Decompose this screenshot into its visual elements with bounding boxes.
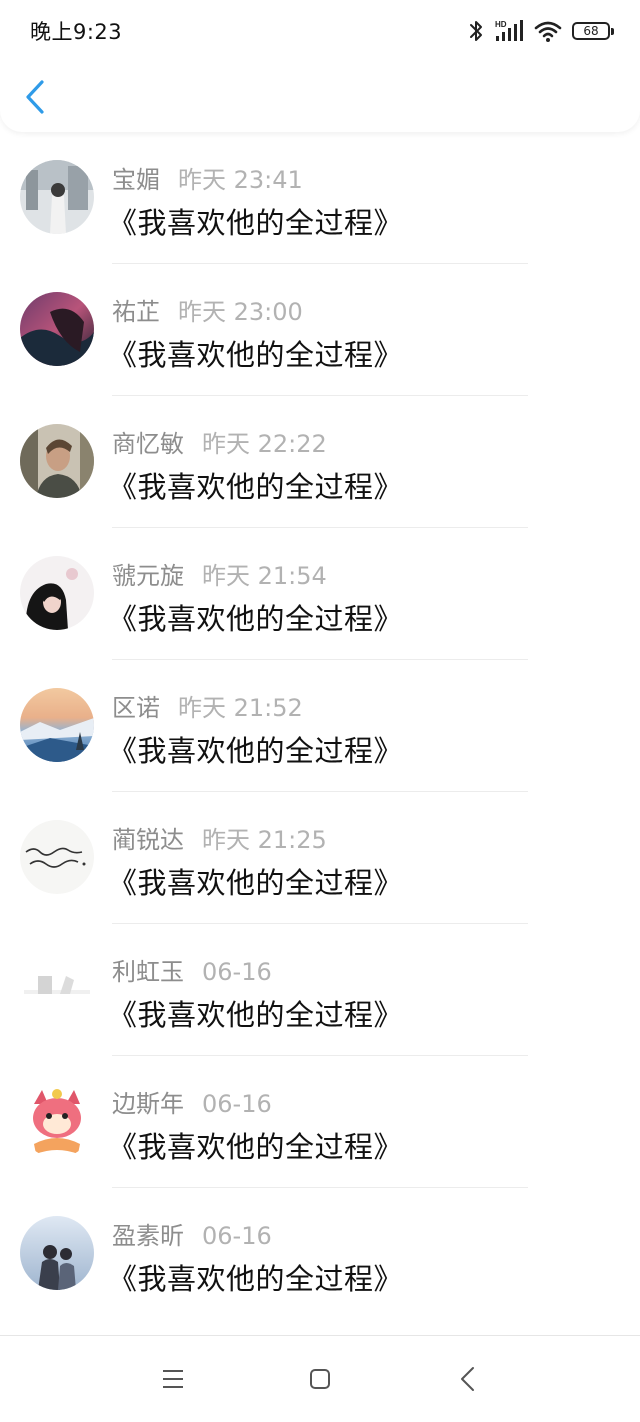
avatar[interactable]: [20, 1084, 94, 1158]
list-item[interactable]: 边斯年 06-16 《我喜欢他的全过程》: [0, 1056, 640, 1188]
item-title[interactable]: 《我喜欢他的全过程》: [108, 728, 403, 770]
system-nav-bar: [0, 1335, 640, 1422]
list-item[interactable]: 盈素昕 06-16 《我喜欢他的全过程》: [0, 1188, 640, 1320]
list-item[interactable]: 宝媚 昨天 23:41 《我喜欢他的全过程》: [0, 132, 640, 264]
status-icons: HD 68: [468, 14, 614, 48]
item-meta: 区诺 昨天 21:52: [112, 688, 303, 723]
post-time: 昨天 21:54: [202, 562, 327, 590]
list-item[interactable]: 利虹玉 06-16 《我喜欢他的全过程》: [0, 924, 640, 1056]
avatar[interactable]: [20, 160, 94, 234]
item-meta: 利虹玉 06-16: [112, 952, 272, 987]
author-name: 盈素昕: [112, 1222, 184, 1250]
back-triangle-icon: [461, 1367, 474, 1391]
post-time: 06-16: [202, 958, 272, 986]
menu-button[interactable]: [156, 1362, 190, 1396]
author-name: 边斯年: [112, 1090, 184, 1118]
menu-icon: [163, 1370, 183, 1388]
item-meta: 宝媚 昨天 23:41: [112, 160, 303, 195]
svg-text:HD: HD: [495, 20, 507, 29]
item-title[interactable]: 《我喜欢他的全过程》: [108, 596, 403, 638]
battery-icon: 68: [572, 22, 614, 40]
bluetooth-icon: [470, 21, 482, 41]
nav-back-button[interactable]: [451, 1362, 485, 1396]
list-item[interactable]: 祐芷 昨天 23:00 《我喜欢他的全过程》: [0, 264, 640, 396]
avatar[interactable]: [20, 820, 94, 894]
avatar[interactable]: [20, 556, 94, 630]
back-button[interactable]: [18, 74, 54, 120]
avatar[interactable]: [20, 1216, 94, 1290]
item-title[interactable]: 《我喜欢他的全过程》: [108, 1124, 403, 1166]
avatar[interactable]: [20, 424, 94, 498]
item-title[interactable]: 《我喜欢他的全过程》: [108, 332, 403, 374]
item-meta: 盈素昕 06-16: [112, 1216, 272, 1251]
list-item[interactable]: 区诺 昨天 21:52 《我喜欢他的全过程》: [0, 660, 640, 792]
item-title[interactable]: 《我喜欢他的全过程》: [108, 860, 403, 902]
author-name: 祐芷: [112, 298, 160, 326]
author-name: 区诺: [112, 694, 160, 722]
screen: 晚上9:23 HD 68 宝媚 昨天 23:41 《我喜欢他的全过程》 祐芷 昨…: [0, 0, 640, 1422]
author-name: 商忆敏: [112, 430, 184, 458]
post-time: 昨天 22:22: [202, 430, 327, 458]
item-meta: 蔺锐达 昨天 21:25: [112, 820, 327, 855]
top-bar: 晚上9:23 HD 68: [0, 0, 640, 132]
home-square-icon: [310, 1369, 330, 1389]
post-time: 昨天 21:52: [178, 694, 303, 722]
post-time: 昨天 23:00: [178, 298, 303, 326]
home-button[interactable]: [303, 1362, 337, 1396]
avatar[interactable]: [20, 952, 94, 1026]
post-time: 昨天 21:25: [202, 826, 327, 854]
author-name: 宝媚: [112, 166, 160, 194]
item-meta: 边斯年 06-16: [112, 1084, 272, 1119]
list-item[interactable]: 虢元旋 昨天 21:54 《我喜欢他的全过程》: [0, 528, 640, 660]
author-name: 虢元旋: [112, 562, 184, 590]
status-time: 晚上9:23: [30, 20, 123, 44]
item-meta: 祐芷 昨天 23:00: [112, 292, 303, 327]
item-meta: 商忆敏 昨天 22:22: [112, 424, 327, 459]
battery-level: 68: [583, 24, 599, 38]
post-time: 06-16: [202, 1090, 272, 1118]
post-time: 昨天 23:41: [178, 166, 303, 194]
message-list: 宝媚 昨天 23:41 《我喜欢他的全过程》 祐芷 昨天 23:00 《我喜欢他…: [0, 132, 640, 1320]
item-title[interactable]: 《我喜欢他的全过程》: [108, 464, 403, 506]
item-title[interactable]: 《我喜欢他的全过程》: [108, 1256, 403, 1298]
item-title[interactable]: 《我喜欢他的全过程》: [108, 992, 403, 1034]
author-name: 利虹玉: [112, 958, 184, 986]
hd-signal-icon: HD: [495, 20, 523, 41]
wifi-icon: [534, 21, 562, 42]
list-item[interactable]: 商忆敏 昨天 22:22 《我喜欢他的全过程》: [0, 396, 640, 528]
avatar[interactable]: [20, 688, 94, 762]
item-meta: 虢元旋 昨天 21:54: [112, 556, 327, 591]
avatar[interactable]: [20, 292, 94, 366]
chevron-left-icon: [26, 80, 44, 114]
item-title[interactable]: 《我喜欢他的全过程》: [108, 200, 403, 242]
list-item[interactable]: 蔺锐达 昨天 21:25 《我喜欢他的全过程》: [0, 792, 640, 924]
post-time: 06-16: [202, 1222, 272, 1250]
author-name: 蔺锐达: [112, 826, 184, 854]
